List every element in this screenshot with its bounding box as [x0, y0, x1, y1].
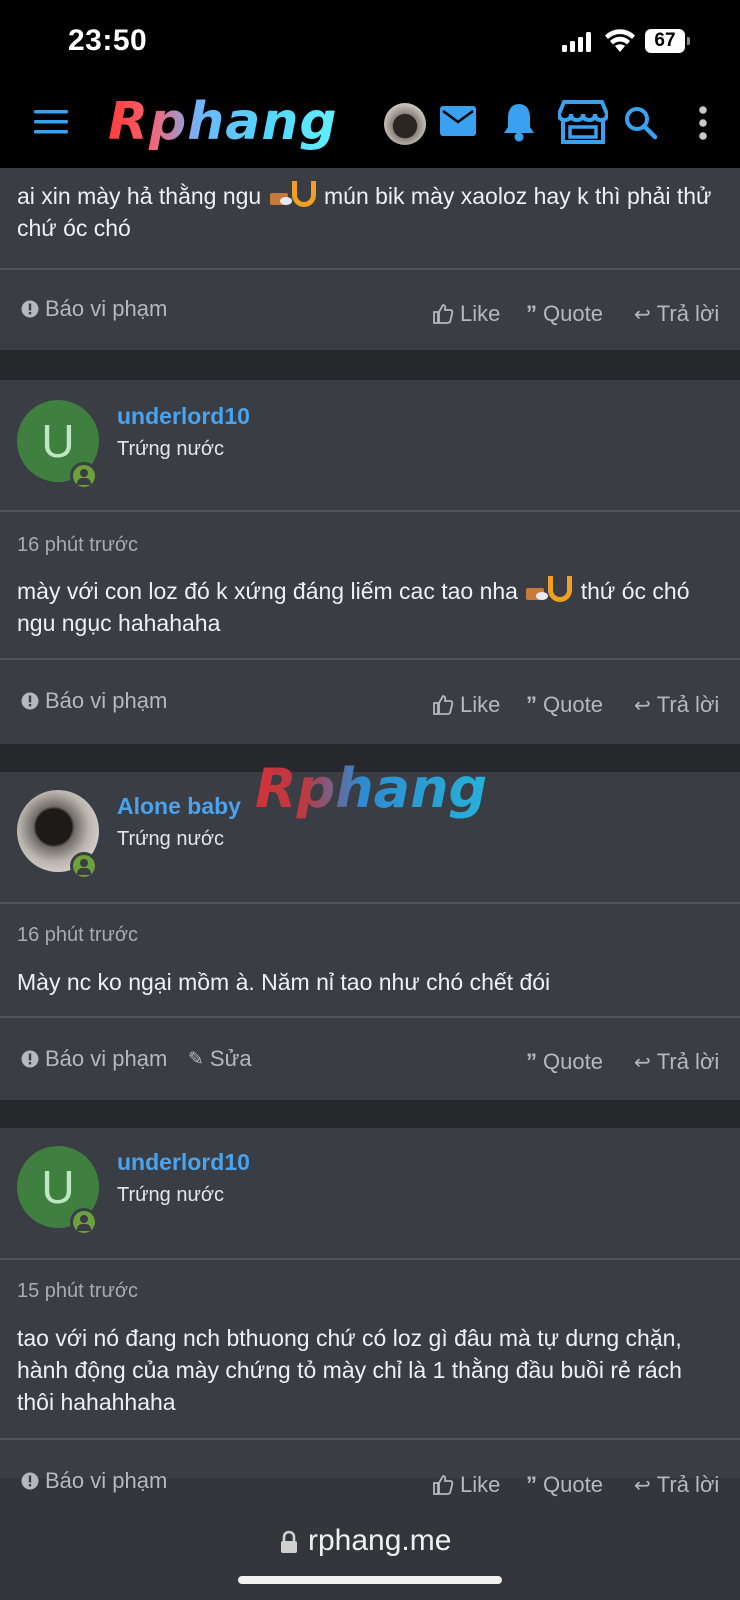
- quote-button[interactable]: ” Quote: [526, 301, 603, 327]
- thumbs-up-icon: [433, 695, 454, 715]
- username[interactable]: Alone baby: [117, 793, 241, 820]
- divider: [0, 268, 740, 270]
- like-button[interactable]: Like: [432, 301, 500, 327]
- online-status-icon: [70, 462, 98, 490]
- battery-level: 67: [645, 29, 685, 53]
- post-gap: [0, 350, 740, 380]
- quote-button[interactable]: ” Quote: [526, 1472, 603, 1498]
- post-time[interactable]: 16 phút trước: [17, 924, 138, 947]
- mail-icon[interactable]: [440, 106, 476, 136]
- divider: [0, 658, 740, 660]
- report-button[interactable]: Báo vi phạm: [21, 1046, 167, 1072]
- divider: [0, 1438, 740, 1440]
- online-status-icon: [70, 852, 98, 880]
- user-avatar[interactable]: [384, 103, 426, 145]
- emoji-sticker-icon: [524, 576, 574, 606]
- thumbs-up-icon: [433, 304, 454, 324]
- post-body: Mày nc ko ngại mồm à. Năm nỉ tao như chó…: [17, 969, 551, 995]
- like-button[interactable]: Like: [432, 692, 500, 718]
- pencil-icon: ✎: [188, 1048, 204, 1070]
- thumbs-up-icon: [433, 1475, 454, 1495]
- quote-button[interactable]: ” Quote: [526, 1049, 603, 1075]
- status-time: 23:50: [68, 24, 148, 57]
- divider: [0, 510, 740, 512]
- username[interactable]: underlord10: [117, 1149, 250, 1176]
- watermark-logo: Rphang: [255, 757, 488, 820]
- quote-icon: ”: [526, 301, 537, 326]
- username[interactable]: underlord10: [117, 403, 250, 430]
- online-status-icon: [70, 1208, 98, 1236]
- reply-icon: ↩: [634, 303, 651, 326]
- cellular-signal-icon: [562, 32, 592, 52]
- post-body: tao với nó đang nch bthuong chứ có loz g…: [17, 1325, 682, 1415]
- divider: [0, 1258, 740, 1260]
- post-time[interactable]: 15 phút trước: [17, 1280, 138, 1303]
- alert-icon: [21, 692, 39, 710]
- report-button[interactable]: Báo vi phạm: [21, 688, 167, 714]
- status-bar: 23:50 67: [0, 0, 740, 84]
- quote-icon: ”: [526, 1049, 537, 1074]
- report-button[interactable]: Báo vi phạm: [21, 1468, 167, 1494]
- home-indicator[interactable]: [238, 1576, 502, 1584]
- reply-button[interactable]: ↩ Trả lời: [634, 301, 719, 327]
- menu-icon[interactable]: [34, 108, 68, 136]
- reply-button[interactable]: ↩ Trả lời: [634, 1049, 719, 1075]
- divider: [0, 1016, 740, 1018]
- quote-icon: ”: [526, 1472, 537, 1497]
- wifi-icon: [605, 29, 635, 52]
- bell-icon[interactable]: [502, 102, 536, 142]
- reply-icon: ↩: [634, 1051, 651, 1074]
- battery-icon: 67: [645, 29, 690, 53]
- post-body: mày với con loz đó k xứng đáng liếm cac …: [17, 576, 690, 636]
- more-vertical-icon[interactable]: [698, 106, 708, 140]
- url-text[interactable]: rphang.me: [308, 1524, 451, 1558]
- user-rank: Trứng nước: [117, 438, 224, 460]
- alert-icon: [21, 1050, 39, 1068]
- reply-button[interactable]: ↩ Trả lời: [634, 692, 719, 718]
- post-time[interactable]: 16 phút trước: [17, 534, 138, 557]
- alert-icon: [21, 1472, 39, 1490]
- reply-button[interactable]: ↩ Trả lời: [634, 1472, 719, 1498]
- user-rank: Trứng nước: [117, 1184, 224, 1206]
- reply-icon: ↩: [634, 1474, 651, 1497]
- like-button[interactable]: Like: [432, 1472, 500, 1498]
- site-logo[interactable]: Rphang: [108, 92, 338, 152]
- reply-icon: ↩: [634, 694, 651, 717]
- post: [0, 1128, 740, 1478]
- edit-button[interactable]: ✎ Sửa: [188, 1046, 252, 1072]
- post-gap: [0, 1100, 740, 1128]
- store-icon[interactable]: [558, 100, 608, 144]
- divider: [0, 902, 740, 904]
- lock-icon: [281, 1530, 297, 1553]
- report-button[interactable]: Báo vi phạm: [21, 296, 167, 322]
- quote-icon: ”: [526, 692, 537, 717]
- search-icon[interactable]: [624, 106, 658, 140]
- user-rank: Trứng nước: [117, 828, 224, 850]
- quote-button[interactable]: ” Quote: [526, 692, 603, 718]
- alert-icon: [21, 300, 39, 318]
- emoji-sticker-icon: [268, 181, 318, 211]
- post-body: ai xin mày hả thằng ngu mún bik mày xaol…: [17, 181, 712, 241]
